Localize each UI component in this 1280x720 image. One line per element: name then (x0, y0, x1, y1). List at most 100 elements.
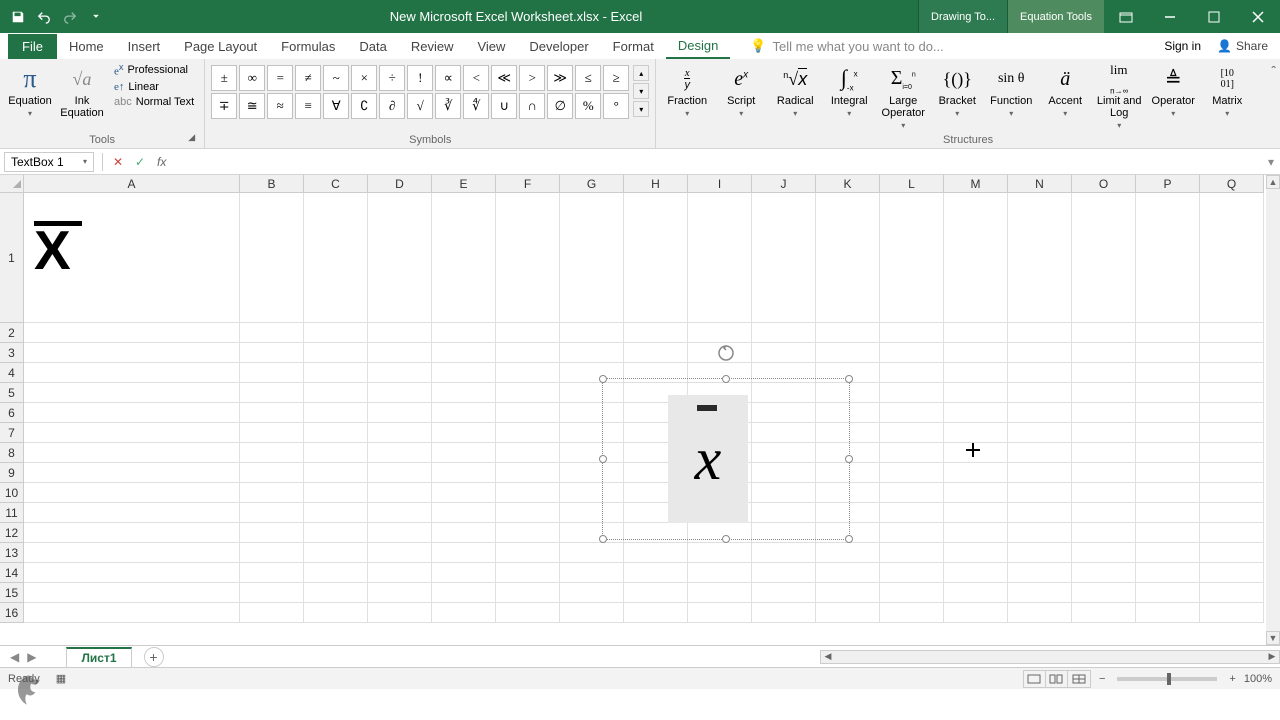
sign-in-link[interactable]: Sign in (1164, 39, 1201, 53)
symbol-cell[interactable]: ° (603, 93, 629, 119)
column-header[interactable]: P (1136, 175, 1200, 193)
equation-object[interactable]: x (668, 395, 748, 523)
symbol-cell[interactable]: ≫ (547, 65, 573, 91)
normal-view-button[interactable] (1024, 671, 1046, 687)
column-header[interactable]: M (944, 175, 1008, 193)
equation-button[interactable]: π Equation ▾ (6, 61, 54, 118)
linear-button[interactable]: e↑Linear (110, 80, 198, 94)
symbol-cell[interactable]: > (519, 65, 545, 91)
symbol-cell[interactable]: ≠ (295, 65, 321, 91)
worksheet-grid[interactable]: ABCDEFGHIJKLMNOPQ 1234567891011121314151… (0, 175, 1280, 645)
symbol-cell[interactable]: ! (407, 65, 433, 91)
large-operator-button[interactable]: Σi=0nLarge Operator▾ (878, 61, 928, 130)
row-header[interactable]: 1 (0, 193, 24, 323)
tab-formulas[interactable]: Formulas (269, 35, 347, 58)
resize-handle-e[interactable] (845, 455, 853, 463)
tab-home[interactable]: Home (57, 35, 116, 58)
symbol-cell[interactable]: √ (407, 93, 433, 119)
column-header[interactable]: C (304, 175, 368, 193)
row-header[interactable]: 5 (0, 383, 24, 403)
column-header[interactable]: D (368, 175, 432, 193)
scroll-up-icon[interactable]: ▲ (1266, 175, 1280, 189)
scroll-down-icon[interactable]: ▼ (1266, 631, 1280, 645)
qat-customize-icon[interactable]: ⏷ (84, 5, 108, 29)
column-header[interactable]: B (240, 175, 304, 193)
tab-data[interactable]: Data (347, 35, 398, 58)
symbol-cell[interactable]: ∁ (351, 93, 377, 119)
ink-equation-button[interactable]: √a Ink Equation (58, 61, 106, 119)
row-header[interactable]: 12 (0, 523, 24, 543)
vertical-scrollbar[interactable]: ▲ ▼ (1266, 175, 1280, 645)
save-button[interactable] (6, 5, 30, 29)
resize-handle-sw[interactable] (599, 535, 607, 543)
horizontal-scrollbar[interactable]: ◀ ▶ (820, 650, 1280, 664)
sheet-navigation[interactable]: ◀ ▶ (0, 650, 46, 664)
symbol-cell[interactable]: = (267, 65, 293, 91)
equation-tools-tab-group[interactable]: Equation Tools (1007, 0, 1104, 33)
column-header[interactable]: O (1072, 175, 1136, 193)
zoom-out-button[interactable]: − (1099, 673, 1105, 685)
symbol-cell[interactable]: < (463, 65, 489, 91)
column-header[interactable]: E (432, 175, 496, 193)
tab-file[interactable]: File (8, 34, 57, 59)
scroll-left-icon[interactable]: ◀ (821, 651, 835, 663)
symbol-cell[interactable]: % (575, 93, 601, 119)
row-header[interactable]: 15 (0, 583, 24, 603)
integral-button[interactable]: ∫-xxIntegral▾ (824, 61, 874, 118)
bracket-button[interactable]: {()}Bracket▾ (932, 61, 982, 118)
symbol-cell[interactable]: ∪ (491, 93, 517, 119)
row-header[interactable]: 3 (0, 343, 24, 363)
symbol-cell[interactable]: ∅ (547, 93, 573, 119)
sheet-nav-next-icon[interactable]: ▶ (23, 650, 40, 664)
symbol-cell[interactable]: ≡ (295, 93, 321, 119)
macro-record-icon[interactable]: ▦ (56, 672, 66, 685)
row-header[interactable]: 10 (0, 483, 24, 503)
tab-insert[interactable]: Insert (116, 35, 173, 58)
column-header[interactable]: A (24, 175, 240, 193)
normal-text-button[interactable]: abcNormal Text (110, 95, 198, 109)
symbols-scroll-up-icon[interactable]: ▴ (633, 65, 649, 81)
column-header[interactable]: I (688, 175, 752, 193)
resize-handle-nw[interactable] (599, 375, 607, 383)
row-header[interactable]: 7 (0, 423, 24, 443)
tab-review[interactable]: Review (399, 35, 466, 58)
function-button[interactable]: sin θFunction▾ (986, 61, 1036, 118)
redo-button[interactable] (58, 5, 82, 29)
symbol-cell[interactable]: ± (211, 65, 237, 91)
symbol-cell[interactable]: ∝ (435, 65, 461, 91)
row-header[interactable]: 16 (0, 603, 24, 623)
column-header[interactable]: J (752, 175, 816, 193)
script-button[interactable]: exScript▾ (716, 61, 766, 118)
name-box[interactable]: TextBox 1 ▾ (4, 152, 94, 172)
symbols-scroll-down-icon[interactable]: ▾ (633, 83, 649, 99)
column-header[interactable]: G (560, 175, 624, 193)
share-button[interactable]: 👤 Share (1217, 39, 1268, 53)
page-layout-view-button[interactable] (1046, 671, 1068, 687)
collapse-ribbon-icon[interactable]: ˆ (1271, 63, 1276, 79)
column-header[interactable]: H (624, 175, 688, 193)
resize-handle-n[interactable] (722, 375, 730, 383)
formula-input[interactable] (172, 152, 1262, 171)
row-header[interactable]: 13 (0, 543, 24, 563)
tab-design[interactable]: Design (666, 34, 730, 59)
symbol-cell[interactable]: ∛ (435, 93, 461, 119)
cells-area[interactable]: X x (24, 193, 1266, 645)
fx-icon[interactable]: fx (151, 155, 172, 169)
minimize-button[interactable] (1148, 0, 1192, 33)
row-header[interactable]: 8 (0, 443, 24, 463)
rotate-handle-icon[interactable] (716, 343, 736, 363)
undo-button[interactable] (32, 5, 56, 29)
column-header[interactable]: L (880, 175, 944, 193)
zoom-level[interactable]: 100% (1244, 673, 1272, 685)
symbol-cell[interactable]: ∩ (519, 93, 545, 119)
row-header[interactable]: 2 (0, 323, 24, 343)
tab-developer[interactable]: Developer (517, 35, 600, 58)
expand-formula-bar-icon[interactable]: ▾ (1262, 155, 1280, 169)
limit-log-button[interactable]: limn→∞Limit and Log▾ (1094, 61, 1144, 130)
drawing-tools-tab-group[interactable]: Drawing To... (918, 0, 1007, 33)
matrix-button[interactable]: [1001]Matrix▾ (1202, 61, 1252, 118)
select-all-corner[interactable] (0, 175, 24, 193)
column-header[interactable]: N (1008, 175, 1072, 193)
symbol-cell[interactable]: ∞ (239, 65, 265, 91)
column-header[interactable]: K (816, 175, 880, 193)
